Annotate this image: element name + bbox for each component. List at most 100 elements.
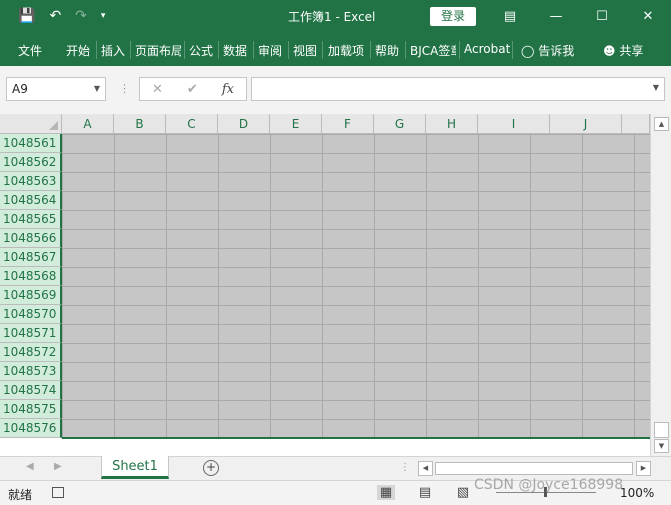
tab-separator <box>322 41 323 59</box>
tab-data[interactable]: 数据 <box>223 42 247 59</box>
tab-separator <box>184 41 185 59</box>
login-button[interactable]: 登录 <box>430 7 476 26</box>
share-button[interactable]: ☻ 共享 <box>603 42 643 59</box>
quick-access-toolbar: 💾 ↶ ↷ ▾ <box>18 7 105 25</box>
column-header[interactable]: I <box>478 114 550 134</box>
column-header[interactable]: H <box>426 114 478 134</box>
tab-page-layout[interactable]: 页面布局 <box>135 42 181 59</box>
window-title: 工作簿1 - Excel <box>288 10 376 24</box>
row-header[interactable]: 1048567 <box>0 248 62 267</box>
chevron-down-icon[interactable]: ▼ <box>653 83 659 92</box>
column-header[interactable]: F <box>322 114 374 134</box>
chevron-left-icon[interactable]: ◀ <box>26 461 34 472</box>
formula-input[interactable]: ▼ <box>251 77 665 101</box>
lightbulb-icon: ◯ <box>521 44 535 58</box>
normal-view-icon[interactable]: ▦ <box>377 485 395 500</box>
column-header[interactable]: G <box>374 114 426 134</box>
ribbon-display-icon[interactable]: ▤ <box>487 0 533 33</box>
row-header[interactable]: 1048570 <box>0 305 62 324</box>
sheet-tab[interactable]: Sheet1 <box>101 456 169 479</box>
column-header[interactable]: J <box>550 114 622 134</box>
more-icon[interactable]: ⋮ <box>119 82 130 95</box>
tab-insert[interactable]: 插入 <box>101 42 125 59</box>
row-header[interactable]: 1048574 <box>0 381 62 400</box>
tab-separator <box>370 41 371 59</box>
tab-separator <box>405 41 406 59</box>
chevron-right-icon[interactable]: ▶ <box>54 461 62 472</box>
share-label: 共享 <box>619 44 644 58</box>
undo-icon[interactable]: ↶ <box>49 7 61 25</box>
tab-addins[interactable]: 加载项 <box>328 42 364 59</box>
ribbon-tabs: 文件 开始 插入 页面布局 公式 数据 审阅 视图 加载项 帮助 BJCA签章 … <box>0 33 671 66</box>
redo-icon[interactable]: ↷ <box>75 7 87 25</box>
chevron-down-icon[interactable]: ▾ <box>101 7 106 25</box>
row-header[interactable]: 1048576 <box>0 419 62 438</box>
enter-icon[interactable]: ✔ <box>187 82 198 97</box>
row-header[interactable]: 1048563 <box>0 172 62 191</box>
chevron-down-icon[interactable]: ▼ <box>94 78 100 100</box>
row-header[interactable]: 1048573 <box>0 362 62 381</box>
scroll-left-icon[interactable]: ◀ <box>418 461 433 476</box>
page-layout-view-icon[interactable]: ▤ <box>416 485 434 500</box>
column-header[interactable]: A <box>62 114 114 134</box>
tab-separator <box>218 41 219 59</box>
page-break-view-icon[interactable]: ▧ <box>454 485 472 500</box>
tell-me-button[interactable]: ◯ 告诉我 <box>521 42 574 59</box>
tab-separator <box>130 41 131 59</box>
row-header[interactable]: 1048569 <box>0 286 62 305</box>
row-header[interactable]: 1048565 <box>0 210 62 229</box>
add-sheet-button[interactable]: + <box>203 460 219 476</box>
title-bar: 💾 ↶ ↷ ▾ 工作簿1 - Excel 登录 ▤ — ☐ ✕ <box>0 0 671 33</box>
scroll-thumb[interactable] <box>654 422 669 438</box>
formula-buttons: ✕ ✔ fx <box>139 77 247 101</box>
insert-function-button[interactable]: fx <box>222 82 234 97</box>
tab-review[interactable]: 审阅 <box>258 42 282 59</box>
column-header[interactable]: D <box>218 114 270 134</box>
cell-area[interactable] <box>62 134 650 438</box>
row-header[interactable]: 1048575 <box>0 400 62 419</box>
tab-home[interactable]: 开始 <box>66 42 90 59</box>
column-header[interactable]: E <box>270 114 322 134</box>
person-icon: ☻ <box>603 44 616 58</box>
row-header[interactable]: 1048564 <box>0 191 62 210</box>
macro-recording-icon[interactable] <box>52 487 64 498</box>
tab-formulas[interactable]: 公式 <box>189 42 213 59</box>
name-box-value: A9 <box>12 82 28 96</box>
scroll-right-icon[interactable]: ▶ <box>636 461 651 476</box>
more-icon[interactable]: ⋮ <box>400 462 410 473</box>
status-text: 就绪 <box>8 488 33 502</box>
tab-file[interactable]: 文件 <box>18 42 42 59</box>
column-header[interactable]: B <box>114 114 166 134</box>
zoom-level[interactable]: 100% <box>620 486 654 500</box>
row-header[interactable]: 1048568 <box>0 267 62 286</box>
selection-border <box>62 437 650 439</box>
row-header[interactable]: 1048572 <box>0 343 62 362</box>
scroll-thumb[interactable] <box>435 462 633 475</box>
tab-separator <box>253 41 254 59</box>
column-header[interactable]: C <box>166 114 218 134</box>
select-all-button[interactable] <box>0 114 62 134</box>
scroll-up-icon[interactable]: ▲ <box>654 117 669 131</box>
worksheet-grid: A B C D E F G H I J 1048561 1048562 1048… <box>0 114 650 439</box>
cancel-icon[interactable]: ✕ <box>152 82 163 97</box>
row-header[interactable]: 1048571 <box>0 324 62 343</box>
tab-acrobat[interactable]: Acrobat <box>464 42 510 56</box>
tab-separator <box>96 41 97 59</box>
save-icon[interactable]: 💾 <box>18 7 35 25</box>
tab-help[interactable]: 帮助 <box>375 42 399 59</box>
row-header[interactable]: 1048562 <box>0 153 62 172</box>
close-icon[interactable]: ✕ <box>625 0 671 33</box>
tab-separator <box>459 41 460 59</box>
maximize-icon[interactable]: ☐ <box>579 0 625 33</box>
tab-bjca[interactable]: BJCA签章 <box>410 42 456 59</box>
row-header[interactable]: 1048566 <box>0 229 62 248</box>
row-header[interactable]: 1048561 <box>0 134 62 153</box>
horizontal-scrollbar[interactable]: ◀ ▶ <box>418 461 651 476</box>
vertical-scrollbar[interactable]: ▲ ▼ <box>650 114 671 456</box>
column-header-partial[interactable] <box>622 114 650 134</box>
minimize-icon[interactable]: — <box>533 0 579 33</box>
tab-view[interactable]: 视图 <box>293 42 317 59</box>
scroll-down-icon[interactable]: ▼ <box>654 439 669 453</box>
tab-separator <box>288 41 289 59</box>
name-box[interactable]: A9 ▼ <box>6 77 106 101</box>
